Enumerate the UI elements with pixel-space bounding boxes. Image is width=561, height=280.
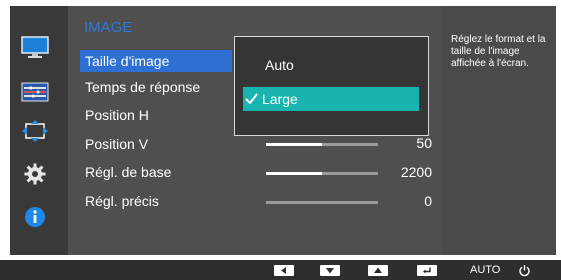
- menu-panel: IMAGE Taille d'image Temps de réponse Po…: [68, 6, 443, 255]
- up-arrow-icon: [368, 264, 388, 276]
- position-v-value: 50: [416, 135, 432, 151]
- gear-icon[interactable]: [20, 162, 50, 186]
- down-arrow-button[interactable]: [320, 264, 340, 276]
- image-size-submenu: Auto Large: [234, 36, 429, 136]
- option-auto[interactable]: Auto: [243, 53, 419, 77]
- menu-item-label: Régl. de base: [85, 164, 172, 180]
- menu-item-label: Taille d'image: [85, 53, 170, 69]
- menu-item-label: Position H: [85, 107, 149, 123]
- resize-icon[interactable]: [20, 119, 50, 143]
- slider-fill: [266, 143, 322, 146]
- position-v-slider[interactable]: [266, 143, 378, 146]
- up-arrow-button[interactable]: [368, 264, 388, 276]
- osd-menu: IMAGE Taille d'image Temps de réponse Po…: [10, 6, 556, 255]
- menu-item-base-adjust[interactable]: Régl. de base: [80, 161, 232, 183]
- base-adjust-value: 2200: [400, 164, 432, 180]
- power-button[interactable]: [518, 264, 531, 276]
- power-icon: [519, 264, 530, 276]
- fine-adjust-slider[interactable]: [266, 201, 378, 204]
- sidebar: [10, 6, 68, 255]
- menu-item-image-size[interactable]: Taille d'image: [80, 50, 232, 72]
- fine-adjust-value: 0: [424, 193, 432, 209]
- bottom-button-bar: AUTO: [0, 260, 561, 280]
- auto-button[interactable]: AUTO: [470, 264, 500, 276]
- help-text: Réglez le format et la taille de l'image…: [451, 34, 546, 69]
- option-label: Auto: [265, 57, 294, 73]
- help-panel: Réglez le format et la taille de l'image…: [442, 6, 556, 255]
- menu-item-label: Position V: [85, 136, 149, 152]
- menu-item-response-time[interactable]: Temps de réponse: [80, 76, 232, 98]
- left-arrow-button[interactable]: [274, 264, 294, 276]
- enter-button[interactable]: [417, 264, 437, 276]
- base-adjust-slider[interactable]: [266, 172, 378, 175]
- menu-item-position-h[interactable]: Position H: [80, 104, 232, 126]
- menu-item-label: Temps de réponse: [85, 79, 201, 95]
- option-label: Large: [262, 91, 298, 107]
- left-arrow-icon: [274, 264, 294, 276]
- info-icon[interactable]: [20, 205, 50, 229]
- slider-fill: [266, 172, 322, 175]
- menu-item-label: Régl. précis: [85, 193, 159, 209]
- enter-icon: [417, 264, 437, 276]
- auto-label: AUTO: [470, 264, 501, 276]
- menu-title: IMAGE: [84, 19, 133, 36]
- checkmark-icon: [245, 87, 259, 111]
- color-icon[interactable]: [20, 80, 50, 104]
- menu-item-position-v[interactable]: Position V: [80, 133, 232, 155]
- down-arrow-icon: [320, 264, 340, 276]
- monitor-icon[interactable]: [20, 36, 50, 60]
- menu-item-fine-adjust[interactable]: Régl. précis: [80, 190, 232, 212]
- option-large[interactable]: Large: [243, 87, 419, 111]
